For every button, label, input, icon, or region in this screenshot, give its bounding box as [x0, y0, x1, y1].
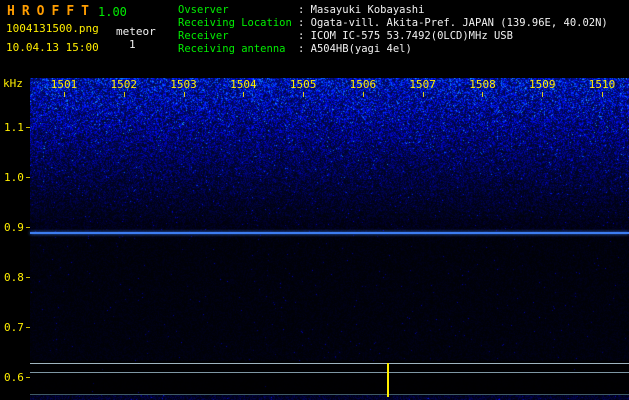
logo-letter: F	[66, 4, 75, 19]
time-tick-label: 1504	[230, 78, 257, 91]
info-label: Receiving Location	[178, 17, 292, 29]
time-tick-label: 1505	[289, 78, 317, 91]
info-value: : A504HB(yagi 4el)	[298, 43, 412, 55]
station-info-row: Receiving antenna : A504HB(yagi 4el)	[178, 43, 608, 56]
meteor-count: 1	[129, 38, 136, 51]
logo-letter: F	[51, 4, 60, 19]
app-version: 1.00	[98, 5, 127, 19]
station-info: Ovserver: Masayuki Kobayashi Receiving Lo…	[178, 4, 608, 56]
time-tick-label: 1506	[349, 78, 377, 91]
time-tick-mark	[362, 92, 364, 97]
freq-tick-label: 1.0	[4, 171, 24, 184]
logo-letter: R	[21, 4, 30, 19]
mode-label: meteor	[116, 25, 156, 38]
spectrogram-heatmap	[30, 78, 629, 400]
time-tick-mark	[303, 92, 305, 97]
station-info-row: Receiver : ICOM IC-575 53.7492(0LCD)MHz U…	[178, 30, 608, 43]
logo-letter: H	[7, 4, 15, 19]
app-title: HROFFT	[7, 4, 96, 19]
time-tick-mark	[243, 92, 245, 97]
time-tick-label: 1502	[110, 78, 138, 91]
time-tick-mark	[602, 92, 604, 97]
info-label: Ovserver	[178, 4, 229, 16]
info-value: : Masayuki Kobayashi	[298, 4, 425, 16]
freq-tick-mark	[26, 377, 30, 378]
time-tick-label: 1501	[50, 78, 78, 91]
freq-tick-label: 1.1	[4, 121, 24, 134]
time-tick-mark	[183, 92, 185, 97]
station-info-row: Ovserver : Masayuki Kobayashi	[178, 4, 608, 17]
freq-tick-mark	[26, 127, 30, 128]
station-info-row: Receiving Location : Ogata-vill. Akita-Pr…	[178, 17, 608, 30]
time-tick-mark	[422, 92, 424, 97]
observation-datetime: 10.04.13 15:00	[6, 41, 99, 54]
carrier-signal-line	[30, 232, 629, 234]
freq-tick-label: 0.7	[4, 321, 24, 334]
time-tick-label: 1503	[170, 78, 197, 91]
freq-tick-label: 0.6	[4, 371, 24, 384]
level-chart-baseline	[30, 394, 629, 395]
time-tick-mark	[123, 92, 125, 97]
time-tick-mark	[64, 92, 65, 97]
info-label: Receiving antenna	[178, 43, 286, 55]
logo-letter: T	[81, 4, 89, 19]
level-trace-line-upper	[30, 363, 629, 364]
time-tick-mark	[542, 92, 544, 97]
time-tick-label: 1507	[409, 78, 436, 91]
time-tick-label: 1508	[469, 78, 496, 91]
time-tick-label: 1510	[588, 78, 616, 91]
freq-tick-mark	[26, 327, 30, 328]
info-label: Receiver	[178, 30, 229, 42]
freq-tick-label: 0.9	[4, 221, 24, 234]
time-tick-label: 1509	[528, 78, 556, 91]
freq-axis-unit-label: kHz	[3, 77, 23, 90]
freq-tick-label: 0.8	[4, 271, 24, 284]
time-tick-mark	[482, 92, 484, 97]
freq-tick-mark	[26, 177, 30, 178]
info-value: : ICOM IC-575 53.7492(0LCD)MHz USB	[298, 30, 513, 42]
freq-tick-mark	[26, 227, 30, 228]
logo-letter: O	[36, 4, 45, 19]
output-filename: 1004131500.png	[6, 22, 99, 35]
freq-tick-mark	[26, 277, 30, 278]
hrofft-window: HROFFT 1.00 1004131500.png meteor 1 10.0…	[0, 0, 629, 400]
info-value: : Ogata-vill. Akita-Pref. JAPAN (139.96E…	[298, 17, 608, 29]
level-trace-line-lower	[30, 372, 629, 373]
meteor-detection-marker	[386, 363, 389, 397]
